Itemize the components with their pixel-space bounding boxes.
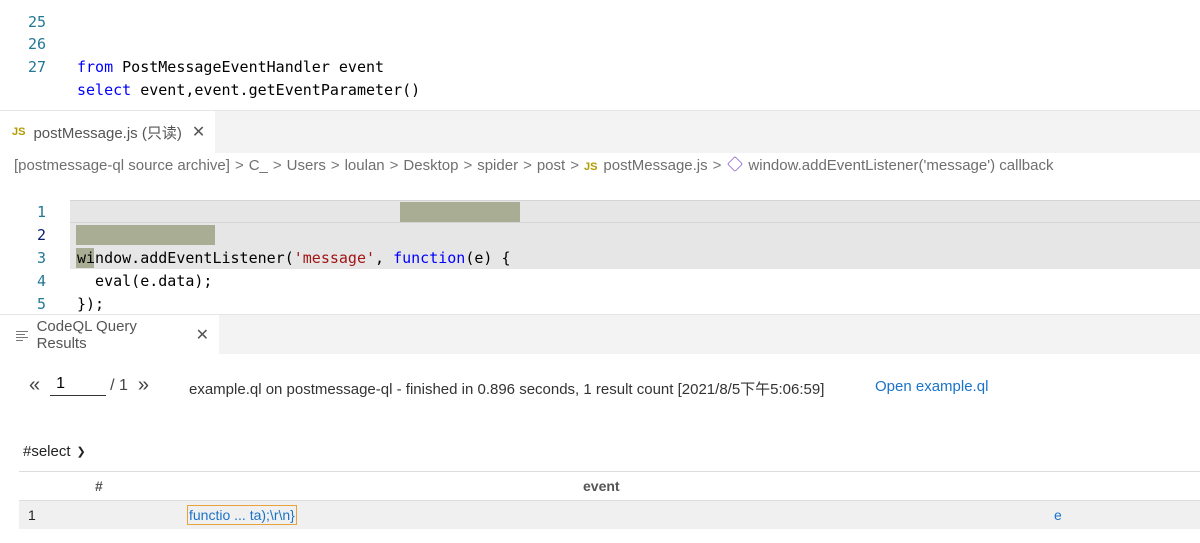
editor-tab-bar: JS postMessage.js (只读) ✕ bbox=[0, 110, 1200, 153]
prev-page-button[interactable]: « bbox=[29, 374, 40, 397]
breadcrumb-item[interactable]: Desktop bbox=[403, 157, 458, 174]
code-line: 2 window.addEventListener('message', fun… bbox=[0, 201, 511, 267]
line-number: 27 bbox=[27, 58, 46, 76]
code-line: 26 from PostMessageEventHandler event bbox=[0, 10, 384, 76]
breadcrumb-item[interactable]: Users bbox=[287, 157, 326, 174]
current-line-highlight bbox=[70, 200, 1200, 223]
table-row: 1 functio ... ta);\r\n} e bbox=[19, 501, 1200, 529]
code-line: 3 eval(e.data); bbox=[0, 224, 213, 290]
keyword: function bbox=[393, 249, 466, 267]
tab-postmessage-js[interactable]: JS postMessage.js (只读) ✕ bbox=[0, 111, 216, 153]
breadcrumb-file[interactable]: postMessage.js bbox=[603, 157, 707, 174]
tab-label: postMessage.js (只读) bbox=[33, 124, 182, 142]
result-set-select[interactable]: #select ❯ bbox=[23, 443, 86, 460]
source-editor[interactable]: 1 2 window.addEventListener('message', f… bbox=[0, 178, 1200, 314]
code-text: (e) { bbox=[465, 249, 511, 267]
query-status: example.ql on postmessage-ql - finished … bbox=[189, 381, 825, 398]
column-header-event[interactable]: event bbox=[583, 472, 620, 500]
tab-label: CodeQL Query Results bbox=[36, 318, 137, 352]
code-text: PostMessageEventHandler event bbox=[113, 58, 385, 76]
match-highlight bbox=[76, 225, 215, 245]
code-line: 4 }); bbox=[0, 247, 104, 313]
symbol-method-icon bbox=[727, 156, 744, 172]
list-icon bbox=[16, 329, 28, 341]
close-icon[interactable]: ✕ bbox=[192, 122, 205, 142]
result-set-label: #select bbox=[23, 443, 71, 460]
keyword: from bbox=[77, 58, 114, 76]
code-text: eval(e.data); bbox=[77, 272, 213, 290]
results-table: # event 1 functio ... ta);\r\n} e bbox=[19, 471, 1200, 529]
chevron-down-icon: ❯ bbox=[76, 446, 86, 458]
open-query-link[interactable]: Open example.ql bbox=[875, 378, 988, 395]
event-link[interactable]: functio ... ta);\r\n} bbox=[187, 505, 297, 525]
match-highlight bbox=[400, 202, 520, 222]
page-number-input[interactable] bbox=[50, 375, 107, 396]
top-editor[interactable]: 25 26 from PostMessageEventHandler event… bbox=[0, 0, 1200, 110]
breadcrumb-item[interactable]: post bbox=[537, 157, 565, 174]
results-tab-bar: CodeQL Query Results ✕ bbox=[0, 314, 1200, 355]
event-location-link[interactable]: e bbox=[1054, 501, 1062, 529]
close-icon[interactable]: ✕ bbox=[196, 325, 209, 345]
table-header: # event bbox=[19, 471, 1200, 501]
code-line: 1 bbox=[0, 178, 46, 221]
breadcrumb: [postmessage-ql source archive] > C_ > Users… bbox=[14, 156, 1054, 174]
page-total: / 1 bbox=[110, 376, 128, 394]
row-index: 1 bbox=[28, 507, 36, 523]
code-line: 5 bbox=[0, 270, 46, 313]
tab-codeql-results[interactable]: CodeQL Query Results ✕ bbox=[0, 315, 219, 355]
code-text: }); bbox=[77, 295, 105, 313]
breadcrumb-item[interactable]: C_ bbox=[249, 157, 268, 174]
breadcrumb-item[interactable]: loulan bbox=[345, 157, 385, 174]
results-panel: « / 1 » example.ql on postmessage-ql - f… bbox=[0, 354, 1200, 543]
string-literal: 'message' bbox=[293, 249, 376, 267]
js-file-icon: JS bbox=[12, 126, 26, 138]
keyword: select bbox=[77, 81, 132, 99]
line-number: 5 bbox=[36, 295, 46, 313]
breadcrumb-item[interactable]: spider bbox=[477, 157, 518, 174]
code-line: 27 select event,event.getEventParameter(… bbox=[0, 33, 420, 99]
code-text: event,event.getEventParameter() bbox=[131, 81, 421, 99]
column-header-index[interactable]: # bbox=[95, 472, 103, 500]
pagination: « / 1 » bbox=[29, 374, 149, 397]
js-file-icon: JS bbox=[583, 161, 598, 173]
next-page-button[interactable]: » bbox=[138, 374, 149, 397]
code-text: window.addEventListener( bbox=[77, 249, 294, 267]
breadcrumb-symbol[interactable]: window.addEventListener('message') callb… bbox=[748, 157, 1053, 174]
code-text: , bbox=[375, 249, 394, 267]
breadcrumb-item[interactable]: [postmessage-ql source archive] bbox=[14, 157, 230, 174]
